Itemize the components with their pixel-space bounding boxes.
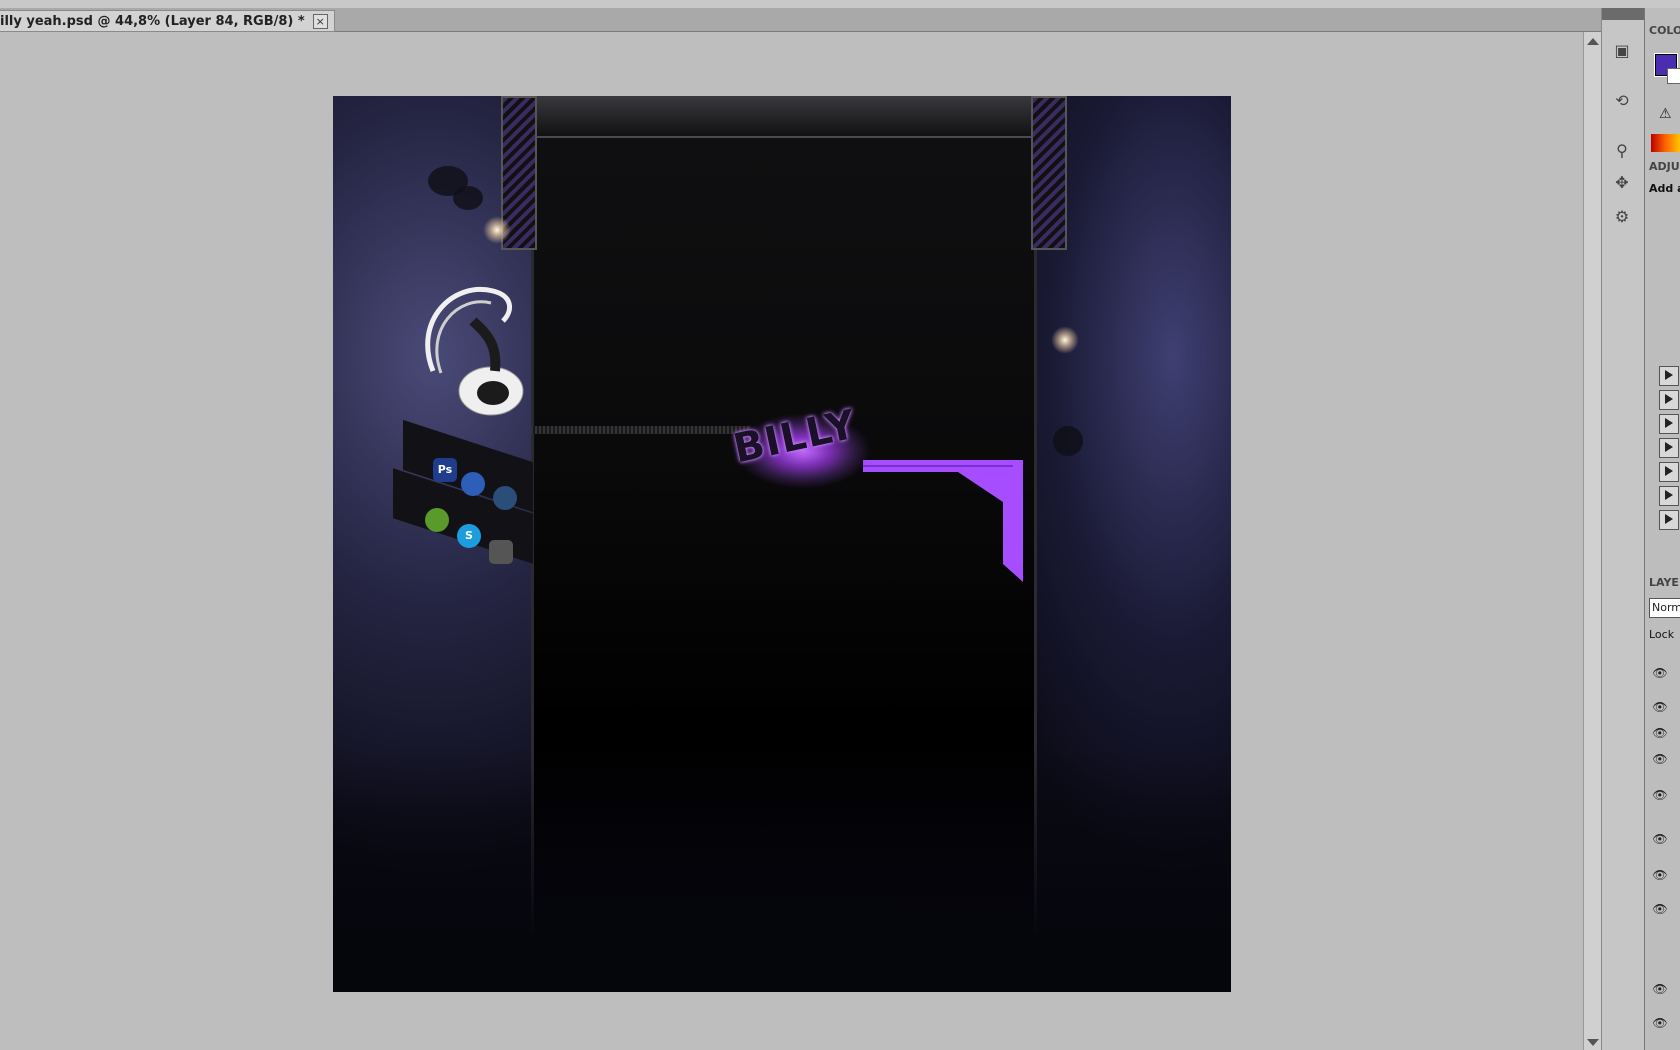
blend-mode-select[interactable]: Norm	[1649, 598, 1680, 618]
layer-visibility-eye-icon[interactable]: 👁	[1651, 666, 1669, 680]
messenger-icon[interactable]	[493, 486, 517, 510]
layer-visibility-eye-icon[interactable]: 👁	[1651, 902, 1669, 916]
adjustment-preset-arrow-icon[interactable]	[1659, 366, 1679, 386]
layer-visibility-eye-icon[interactable]: 👁	[1651, 982, 1669, 996]
adjustment-preset-arrow-icon[interactable]	[1659, 462, 1679, 482]
right-pillar	[1031, 96, 1067, 250]
color-ramp[interactable]	[1651, 134, 1680, 152]
adjustment-preset-arrow-icon[interactable]	[1659, 486, 1679, 506]
ink-stain	[1053, 426, 1083, 456]
brush-preset-icon[interactable]: ⚲	[1607, 136, 1637, 164]
layer-visibility-eye-icon[interactable]: 👁	[1651, 1016, 1669, 1030]
light-flare	[483, 216, 511, 244]
lock-label: Lock	[1649, 628, 1675, 641]
clone-source-icon[interactable]: ✥	[1607, 168, 1637, 196]
tool-dock: ▣ ⟲ ⚲ ✥ ⚙	[1601, 8, 1644, 1050]
spotify-icon[interactable]	[425, 508, 449, 532]
panel-top-bar	[531, 96, 1031, 138]
skype-icon[interactable]: S	[457, 524, 481, 548]
light-flare	[1051, 326, 1079, 354]
layers-panel-title[interactable]: LAYE	[1649, 576, 1679, 589]
mini-bridge-icon[interactable]: ▣	[1607, 36, 1637, 64]
layer-visibility-eye-icon[interactable]: 👁	[1651, 726, 1669, 740]
color-panel-title[interactable]: COLO	[1649, 24, 1680, 37]
adjustment-preset-arrow-icon[interactable]	[1659, 390, 1679, 410]
panel-dock: COLO ⚠ ADJU Add a LAYE Norm Lock 👁 👁 👁 👁…	[1644, 8, 1680, 1050]
tool-presets-icon[interactable]: ⚙	[1607, 202, 1637, 230]
adjustment-preset-arrow-icon[interactable]	[1659, 510, 1679, 530]
adjustments-add-label: Add a	[1649, 182, 1680, 195]
photoshop-icon[interactable]: Ps	[433, 458, 457, 482]
warning-icon: ⚠	[1659, 106, 1672, 122]
scroll-down-icon[interactable]	[1587, 1039, 1599, 1046]
history-icon[interactable]: ⟲	[1607, 86, 1637, 114]
layer-visibility-eye-icon[interactable]: 👁	[1651, 868, 1669, 882]
close-icon[interactable]: ×	[312, 13, 328, 29]
firefox-icon[interactable]	[461, 472, 485, 496]
document-canvas[interactable]: BILLY Ps S	[333, 96, 1231, 992]
layer-visibility-eye-icon[interactable]: 👁	[1651, 700, 1669, 714]
ink-stain	[453, 186, 483, 210]
adjustment-preset-arrow-icon[interactable]	[1659, 438, 1679, 458]
vertical-scrollbar[interactable]	[1583, 32, 1602, 1050]
document-tab-title: illy yeah.psd @ 44,8% (Layer 84, RGB/8) …	[0, 13, 305, 29]
layer-visibility-eye-icon[interactable]: 👁	[1651, 788, 1669, 802]
adjustments-panel-title[interactable]: ADJU	[1649, 160, 1680, 173]
layer-visibility-eye-icon[interactable]: 👁	[1651, 752, 1669, 766]
steam-icon[interactable]	[489, 540, 513, 564]
document-tab-bar: illy yeah.psd @ 44,8% (Layer 84, RGB/8) …	[0, 8, 1601, 32]
headphones-image	[425, 287, 524, 416]
adjustment-preset-arrow-icon[interactable]	[1659, 414, 1679, 434]
bottom-fade	[333, 746, 1231, 992]
background-color-swatch[interactable]	[1667, 68, 1680, 84]
layer-visibility-eye-icon[interactable]: 👁	[1651, 832, 1669, 846]
document-tab[interactable]: illy yeah.psd @ 44,8% (Layer 84, RGB/8) …	[0, 10, 335, 32]
scroll-up-icon[interactable]	[1587, 38, 1599, 45]
dock-collapse-bar[interactable]	[1602, 8, 1644, 20]
